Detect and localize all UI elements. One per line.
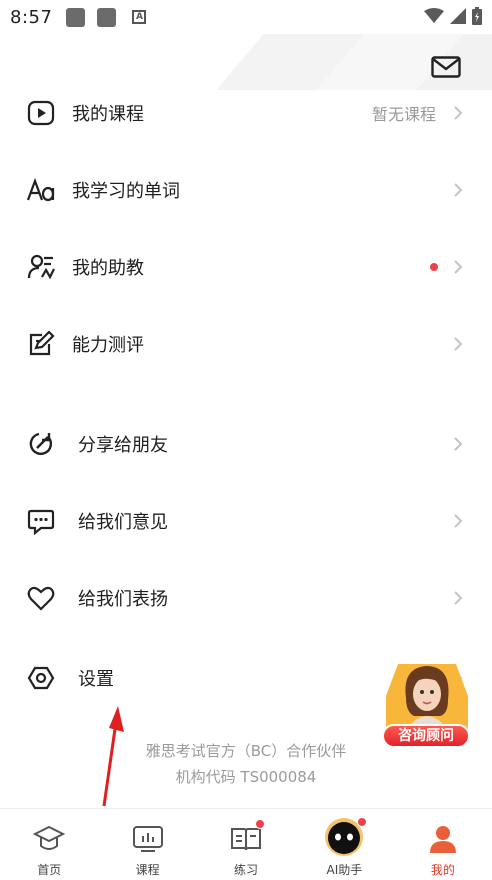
chevron-right-icon: [450, 182, 466, 198]
status-indicators: [424, 7, 482, 25]
nav-label: 我的: [430, 863, 455, 877]
heart-icon: [26, 583, 56, 613]
assistant-person-icon: [26, 252, 56, 282]
chevron-right-icon: [450, 513, 466, 529]
status-bar: 8:57 A: [0, 0, 492, 34]
menu-label: 设置: [78, 669, 114, 690]
menu-item-share[interactable]: 分享给朋友: [0, 413, 492, 475]
menu-label: 给我们意见: [78, 512, 168, 533]
nav-item-ai-assistant[interactable]: AI助手: [295, 809, 393, 880]
play-circle-icon: [26, 98, 56, 128]
status-time: 8:57: [10, 6, 53, 28]
unread-dot: [430, 263, 438, 271]
menu-item-feedback[interactable]: 给我们意见: [0, 490, 492, 552]
nav-label: 练习: [234, 863, 259, 877]
menu-item-praise[interactable]: 给我们表扬: [0, 567, 492, 629]
font-aa-icon: [26, 175, 56, 205]
nav-label: AI助手: [326, 863, 363, 877]
menu-item-my-assistant[interactable]: 我的助教: [0, 236, 492, 298]
menu-label: 给我们表扬: [78, 589, 168, 610]
edit-square-icon: [26, 329, 56, 359]
chevron-right-icon: [450, 436, 466, 452]
course-screen-icon: [132, 823, 164, 855]
menu-item-my-words[interactable]: 我学习的单词: [0, 159, 492, 221]
menu-item-my-courses[interactable]: 我的课程 暂无课程: [0, 82, 492, 144]
chevron-right-icon: [450, 259, 466, 275]
notification-icon: [97, 7, 117, 27]
battery-icon: [472, 7, 482, 25]
feedback-chat-icon: [26, 506, 56, 536]
nav-item-home[interactable]: 首页: [0, 809, 98, 880]
wifi-icon: [424, 8, 444, 23]
chevron-right-icon: [450, 590, 466, 606]
institution-code: 机构代码 TS000084: [175, 768, 317, 786]
grad-cap-icon: [33, 823, 66, 855]
profile-icon: [427, 823, 459, 855]
nav-item-practice[interactable]: 练习: [197, 809, 295, 880]
menu-label: 能力测评: [72, 335, 144, 356]
menu-label: 我学习的单词: [72, 181, 180, 202]
chevron-right-icon: [450, 336, 466, 352]
nav-label: 课程: [135, 863, 160, 877]
mail-icon[interactable]: [431, 56, 461, 78]
font-notification-icon: A: [132, 10, 147, 24]
nav-badge: [254, 819, 265, 829]
menu-item-assessment[interactable]: 能力测评: [0, 313, 492, 375]
nav-badge: [357, 817, 368, 827]
course-status-text: 暂无课程: [371, 105, 436, 124]
menu-label: 我的助教: [72, 258, 144, 279]
chevron-right-icon: [450, 105, 466, 121]
nav-item-courses[interactable]: 课程: [98, 809, 196, 880]
nav-item-profile[interactable]: 我的: [394, 809, 492, 880]
signal-icon: [450, 8, 466, 24]
partner-text: 雅思考试官方（BC）合作伙伴: [145, 742, 347, 760]
share-icon: [26, 429, 56, 459]
settings-hex-icon: [26, 663, 56, 693]
bottom-nav: 首页 课程 练习 AI助手 我的: [0, 808, 492, 880]
footer-info: 雅思考试官方（BC）合作伙伴 机构代码 TS000084: [0, 738, 492, 790]
notification-icon: [66, 7, 86, 27]
nav-label: 首页: [37, 863, 62, 877]
menu-label: 分享给朋友: [78, 435, 168, 456]
menu-label: 我的课程: [72, 104, 144, 125]
